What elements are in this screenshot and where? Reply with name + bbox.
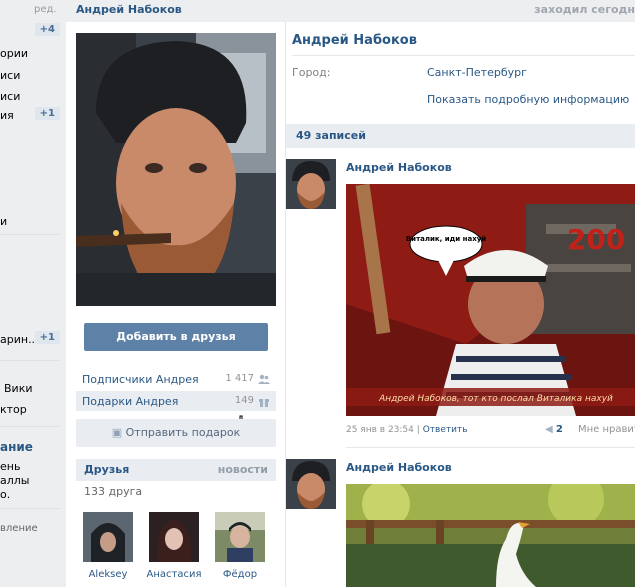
friend-name[interactable]: Aleksey [80,569,136,580]
reply-link[interactable]: Ответить [423,425,468,435]
friend-avatar[interactable] [83,512,133,562]
send-gift-label: Отправить подарок [125,426,241,439]
menu-item-3[interactable]: иси [0,66,62,84]
menu-divider [0,508,60,509]
post-author-avatar[interactable] [286,459,336,509]
friends-header: Друзья новости [76,459,276,481]
friend-avatar[interactable] [215,512,265,562]
send-gift-button[interactable]: ▣ Отправить подарок [76,419,276,447]
friend-item[interactable]: Фёдор [212,512,268,587]
menu-divider [0,360,60,361]
menu-section-title: ание [0,440,33,454]
friend-avatar-image [149,512,199,562]
menu-divider [0,234,60,235]
meta-separator: | [416,425,420,435]
menu-item-13[interactable]: вление [0,520,62,538]
megaphone-icon: ◀ [545,424,553,435]
post-author-avatar-image [286,459,336,509]
menu-item-1[interactable]: +4 [0,22,62,40]
followers-count: 1 417 [225,373,254,384]
menu-item-9[interactable]: ктор [0,400,62,418]
friend-name[interactable]: Анастасия [146,569,202,580]
profile-left-column: Добавить в друзья Подписчики Андрея 1 41… [66,22,286,587]
menu-divider [0,426,60,427]
friend-avatar-image [83,512,133,562]
menu-badge: +1 [34,331,60,344]
menu-item-6[interactable]: и [0,212,62,230]
menu-item-8[interactable]: Вики [0,379,62,397]
poster-caption: Андрей Набоков, тот кто послал Виталика … [378,394,613,404]
friends-title[interactable]: Друзья [84,463,129,476]
show-details-link[interactable]: Показать подробную информацию [427,93,629,106]
followers-label: Подписчики Андрея [82,373,199,386]
divider [292,55,635,56]
left-menu: ред. +4 ории иси иси ия +1 и арин.. +1 В… [0,0,62,587]
friend-avatar[interactable] [149,512,199,562]
menu-badge: +1 [34,107,60,120]
post-author-avatar-image [286,159,336,209]
share-count: 2 [555,424,563,435]
wall-posts-count[interactable]: 49 записей [296,129,366,142]
gifts-count: 149 [234,395,254,406]
friend-item[interactable]: Aleksey [80,512,136,587]
like-label: Мне нравится [578,424,635,435]
friend-name[interactable]: Фёдор [212,569,268,580]
followers-icon [258,374,270,384]
friend-item[interactable]: Анастасия [146,512,202,587]
share-button[interactable]: ◀ 2 [545,424,563,435]
gift-icon [259,399,269,407]
post-image[interactable] [346,484,635,587]
gift-icon: ▣ [111,426,123,439]
menu-item-12[interactable]: о. [0,485,62,503]
post-image[interactable]: Виталик, иди нахуй 200 Андрей Набоков, т… [346,184,635,416]
profile-right-column: Андрей Набоков Город: Санкт-Петербург По… [286,22,635,587]
profile-name: Андрей Набоков [292,33,417,48]
post-image-photo [346,484,635,587]
profile-page: ред. +4 ории иси иси ия +1 и арин.. +1 В… [0,0,635,587]
add-friend-button[interactable]: Добавить в друзья [84,323,268,351]
profile-photo[interactable] [76,33,276,306]
post-image-poster: Виталик, иди нахуй 200 Андрей Набоков, т… [346,184,635,416]
friend-avatar-image [215,512,265,562]
city-value[interactable]: Санкт-Петербург [427,66,527,79]
online-status: заходил сегодн [534,3,635,16]
like-button[interactable]: Мне нравится [578,424,635,435]
wall-header: 49 записей [286,124,635,148]
followers-row[interactable]: Подписчики Андрея 1 417 [76,369,276,389]
menu-badge: +4 [34,23,60,36]
banner-number: 200 [567,223,625,256]
page-header: Андрей Набоков заходил сегодн [66,0,635,20]
menu-item-5[interactable]: ия +1 [0,106,62,124]
profile-photo-image [76,33,276,306]
menu-item-4[interactable]: иси [0,87,62,105]
friends-news-link[interactable]: новости [218,463,268,476]
city-label: Город: [292,66,331,79]
speech-bubble-text: Виталик, иди нахуй [406,235,486,243]
friends-count: 133 друга [84,485,143,498]
post-author-name[interactable]: Андрей Набоков [346,461,452,474]
post-meta: 25 янв в 23:54 | Ответить [346,425,468,435]
menu-item-2[interactable]: ории [0,44,62,62]
header-user-name[interactable]: Андрей Набоков [76,3,182,16]
divider [346,447,635,448]
edit-menu-link[interactable]: ред. [34,4,57,15]
gifts-label: Подарки Андрея [82,395,179,408]
menu-item-7[interactable]: арин.. +1 [0,330,62,348]
post-author-name[interactable]: Андрей Набоков [346,161,452,174]
post-date[interactable]: 25 янв в 23:54 [346,425,414,435]
post-author-avatar[interactable] [286,159,336,209]
gifts-row[interactable]: Подарки Андрея 149 [76,391,276,411]
